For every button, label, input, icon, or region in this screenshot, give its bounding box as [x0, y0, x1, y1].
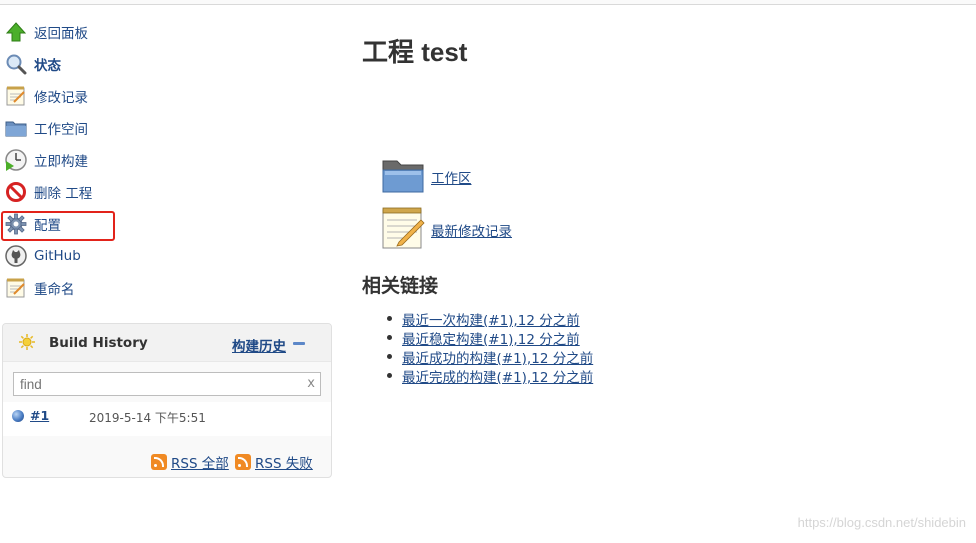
- task-label[interactable]: 工作空间: [34, 118, 88, 138]
- changes-link[interactable]: 最新修改记录: [431, 220, 512, 240]
- rss-failed-label[interactable]: RSS 失败: [255, 452, 313, 472]
- task-delete-project[interactable]: 删除 工程: [4, 178, 92, 206]
- task-changes[interactable]: 修改记录: [4, 82, 88, 110]
- task-label[interactable]: 删除 工程: [34, 182, 92, 202]
- rss-icon: [151, 454, 167, 470]
- folder-icon: [4, 116, 28, 140]
- task-label[interactable]: 重命名: [34, 278, 75, 298]
- rss-bar: RSS 全部 RSS 失败: [3, 442, 331, 478]
- task-workspace[interactable]: 工作空间: [4, 114, 88, 142]
- task-label[interactable]: 立即构建: [34, 150, 88, 170]
- changes-link-row[interactable]: 最新修改记录: [381, 206, 512, 254]
- configure-highlight-box: [1, 211, 115, 241]
- notepad-icon: [4, 84, 28, 108]
- no-entry-icon: [4, 180, 28, 204]
- permalinks-list: 最近一次构建(#1),12 分之前 最近稳定构建(#1),12 分之前 最近成功…: [385, 309, 593, 386]
- task-label[interactable]: 返回面板: [34, 22, 88, 42]
- rss-failed-link[interactable]: RSS 失败: [235, 452, 313, 472]
- permalink-last-successful[interactable]: 最近成功的构建(#1),12 分之前: [402, 351, 593, 367]
- page-title: 工程 test: [362, 37, 468, 67]
- build-history-title: Build History: [49, 335, 148, 351]
- magnifier-icon: [4, 52, 28, 76]
- permalink-last-completed[interactable]: 最近完成的构建(#1),12 分之前: [402, 370, 593, 386]
- list-item: 最近一次构建(#1),12 分之前: [385, 309, 593, 329]
- build-row: #1 2019-5-14 下午5:51: [3, 402, 331, 436]
- status-ball-icon: [12, 410, 24, 422]
- task-rename[interactable]: 重命名: [4, 274, 75, 302]
- build-trend-link[interactable]: 构建历史: [232, 335, 286, 355]
- clock-play-icon: [4, 148, 28, 172]
- folder-icon: [381, 155, 425, 199]
- notepad-icon: [4, 276, 28, 300]
- task-label[interactable]: 修改记录: [34, 86, 88, 106]
- rss-all-label[interactable]: RSS 全部: [171, 452, 229, 472]
- list-item: 最近稳定构建(#1),12 分之前: [385, 328, 593, 348]
- workspace-link[interactable]: 工作区: [431, 167, 472, 187]
- permalink-last-build[interactable]: 最近一次构建(#1),12 分之前: [402, 313, 580, 329]
- task-label[interactable]: GitHub: [34, 248, 81, 264]
- notepad-icon: [381, 206, 425, 254]
- collapse-icon[interactable]: [293, 342, 305, 345]
- permalink-last-stable[interactable]: 最近稳定构建(#1),12 分之前: [402, 332, 580, 348]
- clear-search-icon[interactable]: x: [307, 376, 315, 391]
- task-status[interactable]: 状态: [4, 50, 61, 78]
- list-item: 最近完成的构建(#1),12 分之前: [385, 366, 593, 386]
- github-icon: [4, 244, 28, 268]
- workspace-link-row[interactable]: 工作区: [381, 155, 472, 199]
- sun-icon: [18, 333, 36, 355]
- build-number-link[interactable]: #1: [30, 408, 49, 423]
- permalinks-heading: 相关链接: [362, 275, 439, 297]
- build-search-input[interactable]: [14, 373, 294, 395]
- watermark: https://blog.csdn.net/shidebin: [797, 515, 966, 530]
- task-build-now[interactable]: 立即构建: [4, 146, 88, 174]
- up-arrow-icon: [4, 20, 28, 44]
- build-search-box: x: [13, 372, 321, 396]
- build-date: 2019-5-14 下午5:51: [89, 411, 206, 425]
- rss-icon: [235, 454, 251, 470]
- task-back-to-dashboard[interactable]: 返回面板: [4, 18, 88, 46]
- task-label[interactable]: 状态: [34, 54, 61, 74]
- build-history-header: Build History 构建历史: [3, 324, 331, 362]
- rss-all-link[interactable]: RSS 全部: [151, 452, 229, 472]
- top-border: [0, 0, 976, 5]
- list-item: 最近成功的构建(#1),12 分之前: [385, 347, 593, 367]
- task-github[interactable]: GitHub: [4, 242, 81, 270]
- build-history-widget: Build History 构建历史 x #1 2019-5-14 下午5:51…: [2, 323, 332, 478]
